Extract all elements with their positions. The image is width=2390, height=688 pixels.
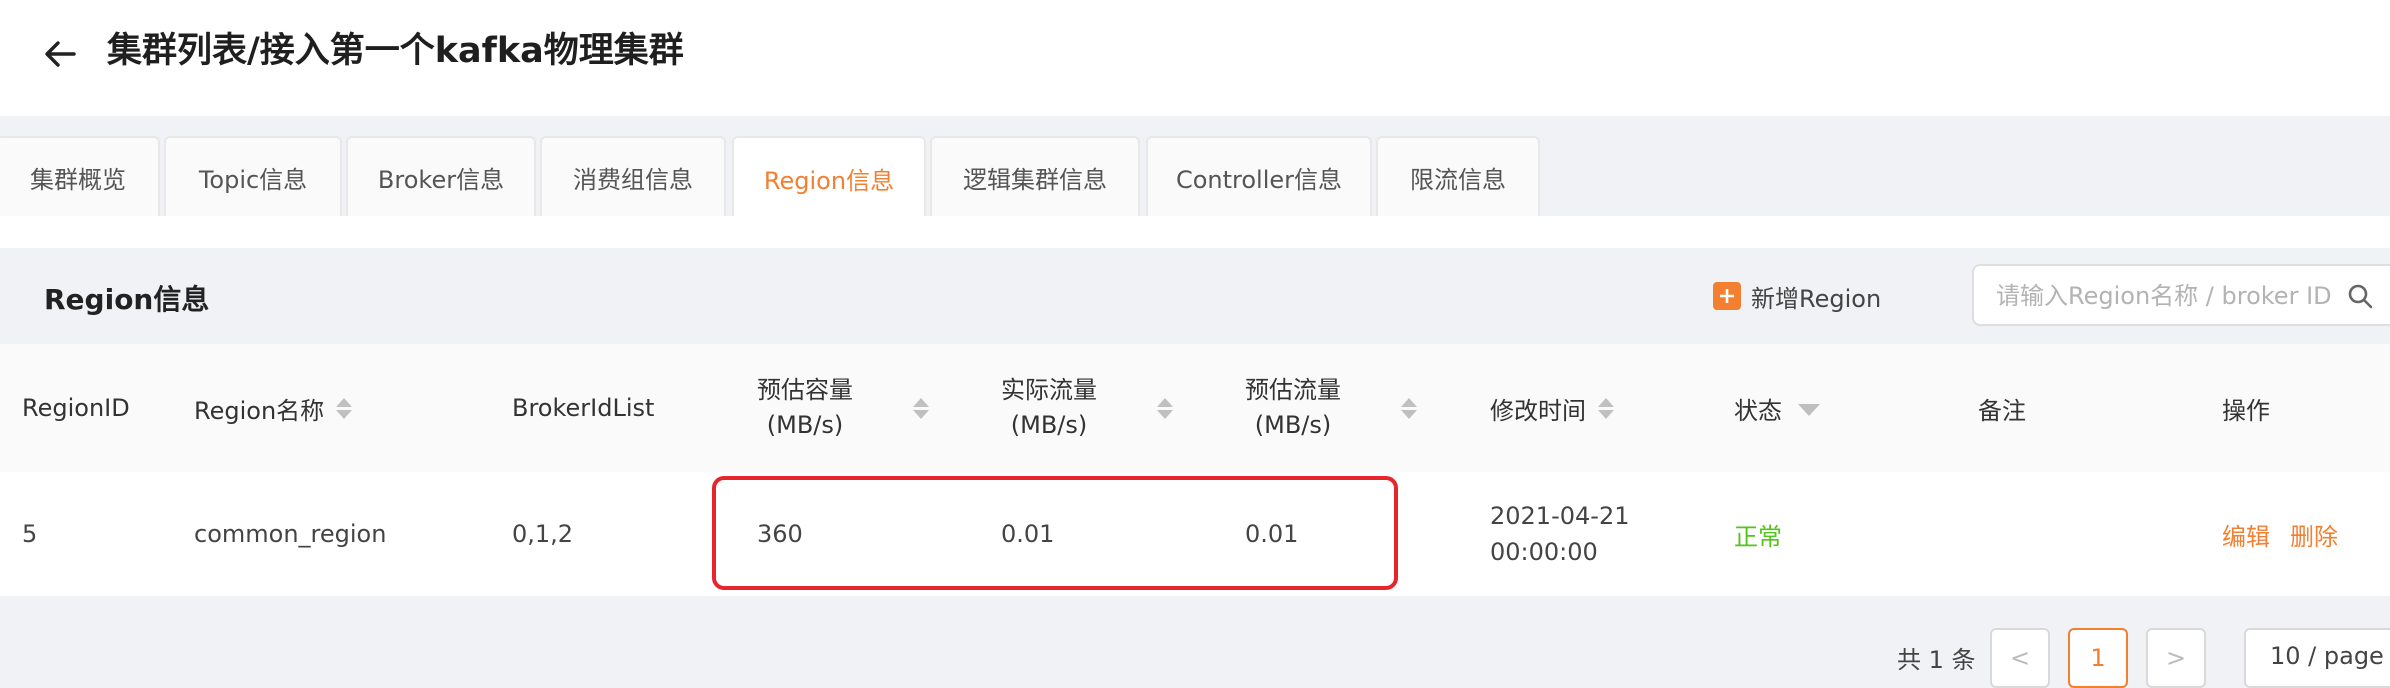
cell-actions: 编辑 删除	[2222, 472, 2358, 596]
col-broker-list: BrokerIdList	[512, 394, 655, 422]
plus-square-icon	[1713, 282, 1741, 310]
col-remark: 备注	[1978, 396, 2026, 425]
cell-modified-time: 00:00:00	[1490, 538, 1598, 566]
page-1-button[interactable]: 1	[2068, 628, 2128, 688]
col-region-id: RegionID	[22, 394, 130, 422]
highlight-annotation	[712, 476, 1398, 590]
col-actions: 操作	[2222, 396, 2270, 425]
col-actual-flow-line1: 实际流量	[1001, 376, 1097, 404]
col-actual-flow-line2: (MB/s)	[1010, 411, 1088, 439]
prev-page-button[interactable]: <	[1990, 628, 2050, 688]
edit-link[interactable]: 编辑	[2222, 517, 2270, 552]
sort-icon[interactable]	[1401, 397, 1417, 419]
col-region-name-label: Region名称	[194, 396, 325, 425]
filter-icon[interactable]	[1798, 404, 1820, 416]
cell-broker-list: 0,1,2	[512, 520, 574, 548]
tab-broker[interactable]: Broker信息	[346, 136, 536, 216]
col-est-flow[interactable]: 预估流量 (MB/s)	[1245, 344, 1417, 472]
col-est-flow-line1: 预估流量	[1245, 376, 1341, 404]
col-actual-flow-label: 实际流量 (MB/s)	[1001, 373, 1097, 443]
search-icon[interactable]	[2346, 282, 2374, 310]
table-header: RegionID Region名称 BrokerIdList 预估容量 (MB/…	[0, 344, 2390, 474]
panel-header: Region信息 新增Region	[0, 248, 2390, 344]
cell-modified-date: 2021-04-21	[1490, 502, 1630, 530]
add-region-label: 新增Region	[1751, 284, 1882, 313]
col-est-capacity-line2: (MB/s)	[766, 411, 844, 439]
search-input[interactable]	[1994, 266, 2358, 326]
tab-rate-limit[interactable]: 限流信息	[1376, 136, 1540, 216]
pagination: 共 1 条 < 1 > 10 / page	[0, 596, 2390, 688]
cell-region-id: 5	[22, 520, 38, 548]
col-modified[interactable]: 修改时间	[1490, 344, 1614, 472]
cell-region-name: common_region	[194, 520, 387, 548]
panel-title: Region信息	[44, 283, 210, 316]
add-region-button[interactable]: 新增Region	[1713, 278, 1881, 314]
delete-link[interactable]: 删除	[2290, 517, 2338, 552]
tab-consumer-group[interactable]: 消费组信息	[540, 136, 726, 216]
col-est-flow-line2: (MB/s)	[1254, 411, 1332, 439]
col-modified-label: 修改时间	[1490, 396, 1586, 425]
arrow-left-icon[interactable]	[40, 34, 80, 74]
page-title: 集群列表/接入第一个kafka物理集群	[107, 31, 684, 71]
tab-logical-cluster[interactable]: 逻辑集群信息	[930, 136, 1140, 216]
total-count: 共 1 条	[1897, 646, 1976, 674]
search-box	[1972, 264, 2390, 326]
next-page-button[interactable]: >	[2146, 628, 2206, 688]
col-est-flow-label: 预估流量 (MB/s)	[1245, 373, 1341, 443]
col-actual-flow[interactable]: 实际流量 (MB/s)	[1001, 344, 1173, 472]
col-est-capacity-line1: 预估容量	[757, 376, 853, 404]
tab-topic[interactable]: Topic信息	[164, 136, 342, 216]
col-est-capacity-label: 预估容量 (MB/s)	[757, 373, 853, 443]
page-size-select[interactable]: 10 / page	[2244, 628, 2390, 688]
sort-icon[interactable]	[336, 397, 353, 419]
tab-controller[interactable]: Controller信息	[1146, 136, 1372, 216]
col-region-name[interactable]: Region名称	[194, 344, 353, 472]
col-est-capacity[interactable]: 预估容量 (MB/s)	[757, 344, 929, 472]
col-status-label: 状态	[1734, 396, 1782, 425]
cell-modified-text: 2021-04-21 00:00:00	[1490, 498, 1629, 570]
tab-cluster-overview[interactable]: 集群概览	[0, 136, 160, 216]
sort-icon[interactable]	[1157, 397, 1173, 419]
cell-modified: 2021-04-21 00:00:00	[1490, 472, 1629, 596]
tab-region[interactable]: Region信息	[732, 136, 926, 218]
page-header: 集群列表/接入第一个kafka物理集群	[0, 0, 2390, 116]
col-status[interactable]: 状态	[1734, 344, 1820, 472]
sort-icon[interactable]	[1598, 397, 1614, 419]
status-badge: 正常	[1734, 522, 1782, 551]
sort-icon[interactable]	[913, 397, 929, 419]
